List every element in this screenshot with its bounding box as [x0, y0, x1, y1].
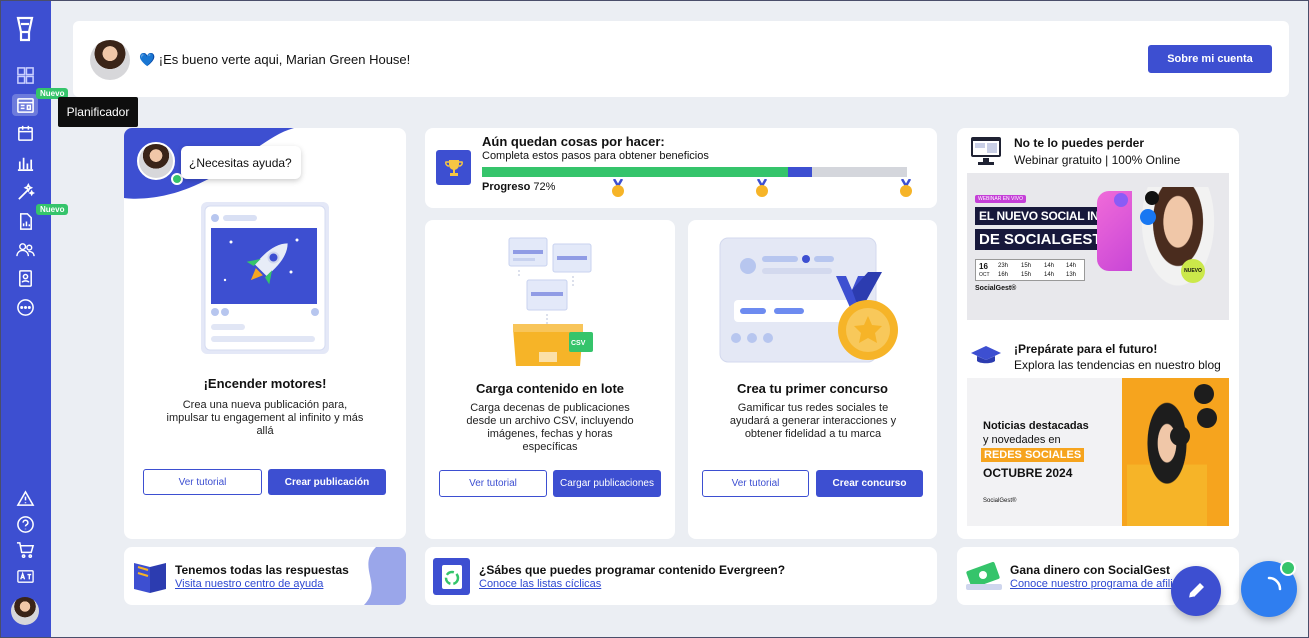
help-icon[interactable] — [12, 513, 38, 535]
new-badge: Nuevo — [36, 204, 69, 215]
progress-subtitle: Completa estos pasos para obtener benefi… — [482, 150, 709, 162]
cart-icon[interactable] — [12, 538, 38, 560]
card-title: Crea tu primer concurso — [737, 381, 888, 396]
tiktok-icon — [1194, 384, 1214, 404]
instagram-icon — [1197, 408, 1217, 428]
webinar-subtitle: Webinar gratuito | 100% Online — [1014, 153, 1181, 167]
trophy-icon — [436, 150, 471, 185]
brand-label: SocialGest® — [983, 498, 1017, 504]
wave-decoration — [364, 547, 406, 605]
live-tag: WEBINAR EN VIVO — [975, 195, 1027, 203]
rocket-illustration — [201, 202, 329, 354]
evergreen-banner: ¿Sábes que puedes programar contenido Ev… — [425, 547, 937, 605]
card-description: Gamificar tus redes sociales te ayudará … — [729, 402, 897, 440]
blog-headline: Noticias destacadas — [983, 420, 1089, 432]
blog-headline-2: y novedades en — [983, 434, 1061, 446]
batch-upload-card: CSV Carga contenido en lote Carga decena… — [425, 220, 675, 539]
create-post-button[interactable]: Crear publicación — [268, 469, 386, 495]
progress-text: Progreso 72% — [482, 181, 556, 193]
webinar-schedule: 16 OCT 23h 15h 14h 14h 16h 15h 14h 13h — [975, 259, 1085, 281]
upload-posts-button[interactable]: Cargar publicaciones — [553, 470, 661, 497]
card-title: Carga contenido en lote — [475, 381, 625, 396]
banner-title: Tenemos todas las respuestas — [175, 563, 349, 577]
alert-icon[interactable] — [12, 487, 38, 509]
card-title: ¡Encender motores! — [203, 376, 327, 391]
logo-icon[interactable] — [12, 12, 38, 46]
support-avatar — [137, 142, 175, 180]
account-button[interactable]: Sobre mi cuenta — [1148, 45, 1272, 73]
medal-icon — [612, 179, 624, 197]
webinar-banner[interactable]: WEBINAR EN VIVO EL NUEVO SOCIAL INBOX DE… — [967, 173, 1229, 320]
planner-icon[interactable] — [12, 94, 38, 116]
affiliate-link[interactable]: Conoce nuestro programa de afili — [1010, 578, 1173, 590]
language-icon[interactable] — [12, 565, 38, 587]
calendar-icon[interactable] — [12, 122, 38, 144]
tutorial-button[interactable]: Ver tutorial — [143, 469, 262, 495]
greeting-text: 💙 ¡Es bueno verte aqui, Marian Green Hou… — [139, 52, 411, 67]
blog-date: OCTUBRE 2024 — [983, 466, 1073, 480]
card-description: Crea una nueva publicación para, impulsa… — [166, 399, 364, 437]
planner-tooltip: Planificador — [58, 97, 138, 127]
csv-label: CSV — [571, 340, 586, 347]
help-bubble[interactable]: ¿Necesitas ayuda? — [181, 146, 301, 179]
sidebar: Nuevo Nuevo — [0, 0, 69, 638]
dashboard-icon[interactable] — [12, 64, 38, 86]
webinar-headline-2: DE SOCIALGEST — [975, 229, 1106, 250]
presenter-photo — [1132, 187, 1224, 303]
analytics-icon[interactable] — [12, 151, 38, 173]
profile-avatar — [90, 40, 130, 80]
create-contest-button[interactable]: Crear concurso — [816, 470, 923, 497]
blog-title: ¡Prepárate para el futuro! — [1014, 342, 1158, 356]
csv-upload-illustration — [508, 237, 593, 366]
magic-wand-icon[interactable] — [12, 181, 38, 203]
contest-card: Crea tu primer concurso Gamificar tus re… — [688, 220, 937, 539]
chat-online-dot — [1280, 560, 1296, 576]
blog-subtitle: Explora las tendencias en nuestro blog — [1014, 358, 1221, 372]
progress-card: Aún quedan cosas por hacer: Completa est… — [425, 128, 937, 208]
more-icon[interactable] — [12, 296, 38, 318]
medal-icon — [900, 179, 912, 197]
medal-icon — [756, 179, 768, 197]
pencil-icon — [1188, 583, 1204, 599]
progress-bar — [482, 167, 907, 177]
monitor-icon — [971, 137, 1001, 165]
help-center-link[interactable]: Visita nuestro centro de ayuda — [175, 578, 323, 590]
banner-title: ¿Sábes que puedes programar contenido Ev… — [479, 563, 786, 577]
blog-banner[interactable]: Noticias destacadas y novedades en REDES… — [967, 378, 1229, 526]
graduation-cap-icon — [971, 346, 1001, 364]
promo-card: No te lo puedes perder Webinar gratuito … — [957, 128, 1239, 539]
chat-spinner-icon — [1267, 576, 1282, 591]
compose-fab[interactable] — [1171, 566, 1221, 616]
blog-highlight: REDES SOCIALES — [981, 448, 1085, 462]
banner-title: Gana dinero con SocialGest — [1010, 563, 1171, 577]
facebook-icon — [1140, 209, 1156, 225]
create-post-card: ¿Necesitas ayuda? ¡Encender motores! Cre… — [124, 128, 406, 539]
x-icon — [1170, 426, 1190, 446]
book-icon — [134, 563, 166, 593]
tiktok-icon — [1145, 191, 1159, 205]
tutorial-button[interactable]: Ver tutorial — [702, 470, 809, 497]
messenger-icon — [1114, 193, 1128, 207]
progress-title: Aún quedan cosas por hacer: — [482, 134, 665, 149]
report-icon[interactable] — [12, 210, 38, 232]
webinar-title: No te lo puedes perder — [1014, 136, 1145, 150]
progress-bar-fill — [482, 167, 788, 177]
cyclic-lists-link[interactable]: Conoce las listas cíclicas — [479, 578, 601, 590]
help-center-banner: Tenemos todas las respuestas Visita nues… — [124, 547, 406, 605]
progress-bar-current — [788, 167, 812, 177]
contacts-icon[interactable] — [12, 267, 38, 289]
welcome-header: 💙 ¡Es bueno verte aqui, Marian Green Hou… — [73, 21, 1289, 97]
brand-label: SocialGest® — [975, 285, 1017, 292]
contest-medal-illustration — [719, 237, 898, 363]
users-icon[interactable] — [12, 238, 38, 260]
user-avatar[interactable] — [11, 597, 39, 625]
witch-photo — [1127, 388, 1207, 526]
money-icon — [966, 561, 1002, 590]
recycle-icon — [433, 558, 470, 595]
tutorial-button[interactable]: Ver tutorial — [439, 470, 547, 497]
card-description: Carga decenas de publicaciones desde un … — [466, 402, 634, 453]
new-sticker: NUEVO — [1181, 259, 1205, 283]
